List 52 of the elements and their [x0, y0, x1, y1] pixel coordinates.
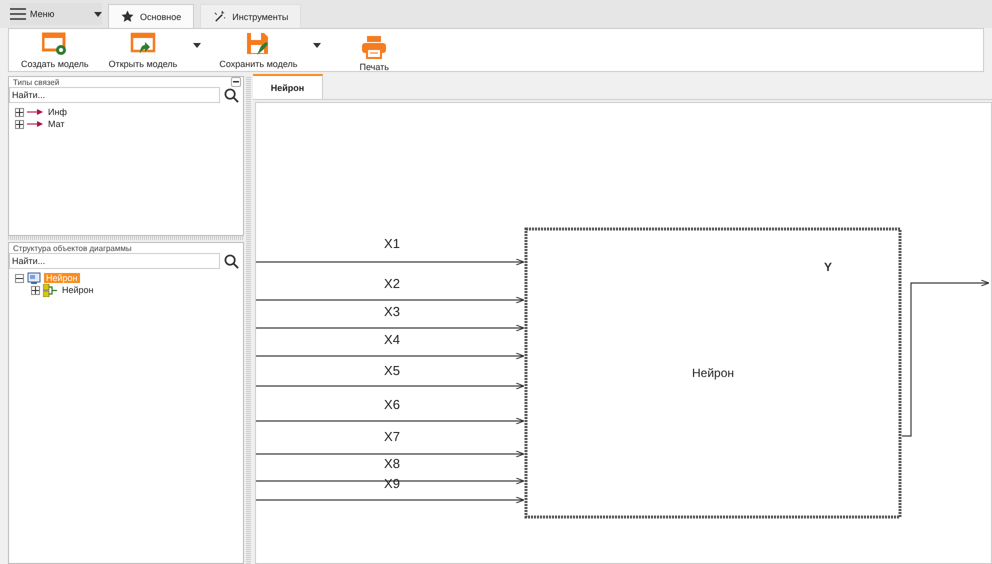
upload-window-icon	[130, 32, 156, 56]
search-field[interactable]: Найти...	[9, 253, 220, 269]
diagram-icon	[27, 272, 41, 284]
new-window-icon	[42, 32, 68, 56]
input-label: X8	[384, 456, 400, 471]
ribbon-button[interactable]: Печать	[357, 31, 391, 73]
input-label: X6	[384, 397, 400, 412]
input-label: X1	[384, 236, 400, 251]
input-label: X5	[384, 363, 400, 378]
caret-icon[interactable]	[193, 43, 202, 48]
tree-item[interactable]: Нейрон	[60, 285, 96, 295]
arrow-icon	[27, 109, 43, 115]
caret-icon[interactable]	[313, 43, 322, 48]
plus-icon	[16, 108, 23, 116]
caret-icon	[94, 12, 102, 16]
printer-icon	[361, 35, 388, 59]
plus-icon	[32, 286, 39, 294]
input-label: X4	[384, 332, 400, 347]
collapse-button[interactable]	[231, 77, 241, 87]
expand-toggle[interactable]	[31, 286, 40, 294]
input-label: X7	[384, 429, 400, 444]
tree-item[interactable]: Инф	[46, 107, 69, 117]
panel-title: Типы связей	[13, 78, 60, 86]
splitter-handle[interactable]	[246, 76, 251, 564]
input-label: X2	[384, 276, 400, 291]
minus-icon	[233, 81, 239, 83]
star-icon	[121, 10, 134, 23]
input-label: X3	[384, 304, 400, 319]
document-tab[interactable]: Нейрон	[253, 74, 323, 99]
menu-icon	[10, 8, 26, 20]
search-icon[interactable]	[224, 254, 239, 268]
ribbon-tab[interactable]: Инструменты	[200, 4, 302, 28]
ribbon-tab[interactable]: Основное	[108, 4, 194, 28]
expand-toggle[interactable]	[15, 274, 24, 282]
splitter-handle[interactable]	[8, 236, 244, 240]
search-field[interactable]: Найти...	[9, 87, 220, 103]
neuron-block[interactable]	[524, 228, 902, 518]
arrow-icon	[27, 121, 43, 127]
ribbon-button[interactable]: Открыть модель	[106, 31, 180, 70]
menu-button[interactable]: Меню	[10, 3, 102, 25]
panel-title: Структура объектов диаграммы	[13, 244, 132, 252]
output-label: Y	[824, 260, 832, 274]
ribbon-button[interactable]: Создать модель	[19, 31, 91, 70]
ribbon-button[interactable]: Сохранить модель	[217, 31, 300, 70]
plus-icon	[16, 120, 23, 128]
wand-icon	[213, 10, 226, 23]
network-icon	[43, 284, 57, 296]
expand-toggle[interactable]	[15, 120, 24, 128]
tree-item[interactable]: Мат	[46, 119, 67, 129]
expand-toggle[interactable]	[15, 108, 24, 116]
block-label: Нейрон	[692, 366, 734, 380]
search-icon[interactable]	[224, 88, 239, 102]
